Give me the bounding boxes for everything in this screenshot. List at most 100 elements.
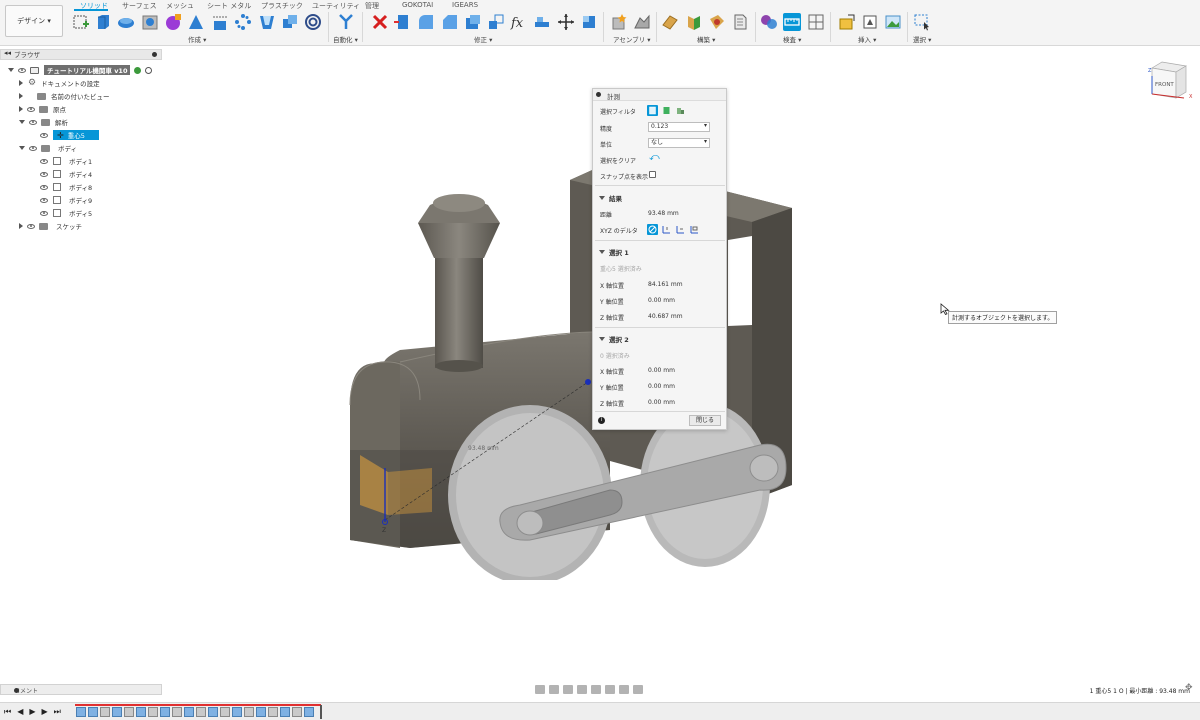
tree-item-sketches[interactable]: スケッチ xyxy=(19,220,82,232)
plane-at-angle-icon[interactable] xyxy=(685,13,703,31)
select-group-label[interactable]: 選択 ▾ xyxy=(913,34,931,44)
tree-item-bodies[interactable]: ボディ xyxy=(19,142,77,154)
filter-face-button[interactable] xyxy=(661,105,672,116)
tree-item-body5[interactable]: ボディ5 xyxy=(40,207,92,219)
step-forward-icon[interactable]: ▶ xyxy=(42,707,48,717)
tab-utilities[interactable]: ユーティリティ xyxy=(312,1,360,11)
selection1-section-header[interactable]: 選択 1 xyxy=(599,247,629,257)
visibility-eye-icon[interactable] xyxy=(40,158,48,164)
insert-mesh-icon[interactable] xyxy=(861,13,879,31)
timeline-feature-icon[interactable] xyxy=(148,707,158,717)
orbit-icon[interactable] xyxy=(535,684,545,694)
filter-body-button[interactable] xyxy=(647,105,658,116)
go-to-end-icon[interactable]: ⏭ xyxy=(54,707,61,717)
close-button[interactable]: 閉じる xyxy=(689,415,721,426)
activate-radio-icon[interactable] xyxy=(134,66,142,74)
combine-icon[interactable] xyxy=(281,13,299,31)
step-back-icon[interactable]: ◀ xyxy=(17,707,23,717)
delta-xy-button[interactable] xyxy=(661,224,672,235)
viewcube[interactable]: FRONT Z X xyxy=(1140,58,1196,106)
timeline-feature-icon[interactable] xyxy=(124,707,134,717)
move-handle-icon[interactable]: ✥ xyxy=(1185,683,1193,693)
timeline-feature-icon[interactable] xyxy=(112,707,122,717)
visibility-eye-icon[interactable] xyxy=(40,132,48,138)
visibility-eye-icon[interactable] xyxy=(29,119,37,125)
dialog-options-icon[interactable] xyxy=(596,92,601,97)
new-sketch-icon[interactable] xyxy=(72,13,90,31)
modify-group-label[interactable]: 修正 ▾ xyxy=(474,34,492,44)
tab-manage[interactable]: 管理 xyxy=(365,1,379,11)
offset-plane-icon[interactable] xyxy=(661,13,679,31)
timeline-feature-icon[interactable] xyxy=(244,707,254,717)
timeline-feature-icon[interactable] xyxy=(292,707,302,717)
display-settings-icon[interactable] xyxy=(605,684,615,694)
measure-icon[interactable] xyxy=(783,13,801,31)
chamfer-icon[interactable] xyxy=(441,13,459,31)
zoom-icon[interactable] xyxy=(577,684,587,694)
visibility-eye-icon[interactable] xyxy=(18,67,26,73)
shell-icon[interactable] xyxy=(258,13,276,31)
viewports-icon[interactable] xyxy=(633,684,643,694)
shell-modify-icon[interactable] xyxy=(464,13,482,31)
tangent-plane-icon[interactable] xyxy=(708,13,726,31)
tree-item-analysis[interactable]: 解析 xyxy=(19,116,68,128)
timeline-feature-icon[interactable] xyxy=(136,707,146,717)
tree-item-center-of-mass[interactable]: ✛ 重心5 xyxy=(40,129,99,141)
locomotive-model[interactable]: Z 93.48 mm xyxy=(340,150,810,580)
browser-options-icon[interactable] xyxy=(152,52,157,57)
section-analysis-icon[interactable] xyxy=(807,13,825,31)
expand-icon[interactable] xyxy=(19,120,25,124)
automate-icon[interactable] xyxy=(337,13,355,31)
timeline-feature-icon[interactable] xyxy=(76,707,86,717)
expand-icon[interactable] xyxy=(19,146,25,150)
selection2-section-header[interactable]: 選択 2 xyxy=(599,334,629,344)
show-snap-checkbox[interactable] xyxy=(649,171,656,178)
results-section-header[interactable]: 結果 xyxy=(599,193,622,203)
interference-icon[interactable] xyxy=(760,13,778,31)
timeline-feature-icon[interactable] xyxy=(232,707,242,717)
tree-item-body8[interactable]: ボディ8 xyxy=(40,181,92,193)
timeline-feature-icon[interactable] xyxy=(304,707,314,717)
tree-item-root[interactable]: チュートリアル機関車 v10 xyxy=(8,64,153,76)
collapse-browser-icon[interactable]: ◂◂ xyxy=(4,49,11,57)
comments-panel-header[interactable]: コメント xyxy=(0,684,162,695)
delete-icon[interactable] xyxy=(371,13,389,31)
go-to-start-icon[interactable]: ⏮ xyxy=(4,707,11,717)
move-copy-icon[interactable] xyxy=(557,13,575,31)
tab-gokotai[interactable]: GOKOTAI xyxy=(402,1,433,9)
visibility-eye-icon[interactable] xyxy=(40,210,48,216)
press-pull-icon[interactable] xyxy=(393,13,411,31)
visibility-eye-icon[interactable] xyxy=(27,223,35,229)
tree-item-origin[interactable]: 原点 xyxy=(19,103,66,115)
grid-settings-icon[interactable] xyxy=(619,684,629,694)
timeline-feature-icon[interactable] xyxy=(268,707,278,717)
mirror-icon[interactable] xyxy=(211,13,229,31)
joint-icon[interactable] xyxy=(633,13,651,31)
tree-item-named-views[interactable]: 名前の付いたビュー xyxy=(19,90,110,102)
revolve-icon[interactable] xyxy=(117,13,135,31)
timeline-feature-icon[interactable] xyxy=(196,707,206,717)
visibility-eye-icon[interactable] xyxy=(40,171,48,177)
scale-icon[interactable] xyxy=(487,13,505,31)
info-icon[interactable]: i xyxy=(598,417,605,424)
root-component-label[interactable]: チュートリアル機関車 v10 xyxy=(44,65,131,75)
timeline-feature-icon[interactable] xyxy=(100,707,110,717)
expand-icon[interactable] xyxy=(19,80,23,86)
tab-mesh[interactable]: メッシュ xyxy=(166,1,194,11)
expand-icon[interactable] xyxy=(19,223,23,229)
timeline-feature-icon[interactable] xyxy=(172,707,182,717)
timeline-feature-icon[interactable] xyxy=(208,707,218,717)
undo-clear-icon[interactable]: ⤺ xyxy=(649,152,660,163)
align-icon[interactable] xyxy=(533,13,551,31)
automate-group-label[interactable]: 自動化 ▾ xyxy=(333,34,358,44)
unit-dropdown[interactable]: なし xyxy=(648,138,710,148)
play-icon[interactable]: ▶ xyxy=(29,707,35,717)
fillet-icon[interactable] xyxy=(417,13,435,31)
select-window-icon[interactable] xyxy=(913,13,931,31)
midplane-icon[interactable] xyxy=(731,13,749,31)
new-component-icon[interactable] xyxy=(610,13,628,31)
insert-group-label[interactable]: 挿入 ▾ xyxy=(858,34,876,44)
construct-group-label[interactable]: 構築 ▾ xyxy=(697,34,715,44)
viewcube-front-label[interactable]: FRONT xyxy=(1155,82,1174,88)
timeline-feature-icon[interactable] xyxy=(88,707,98,717)
